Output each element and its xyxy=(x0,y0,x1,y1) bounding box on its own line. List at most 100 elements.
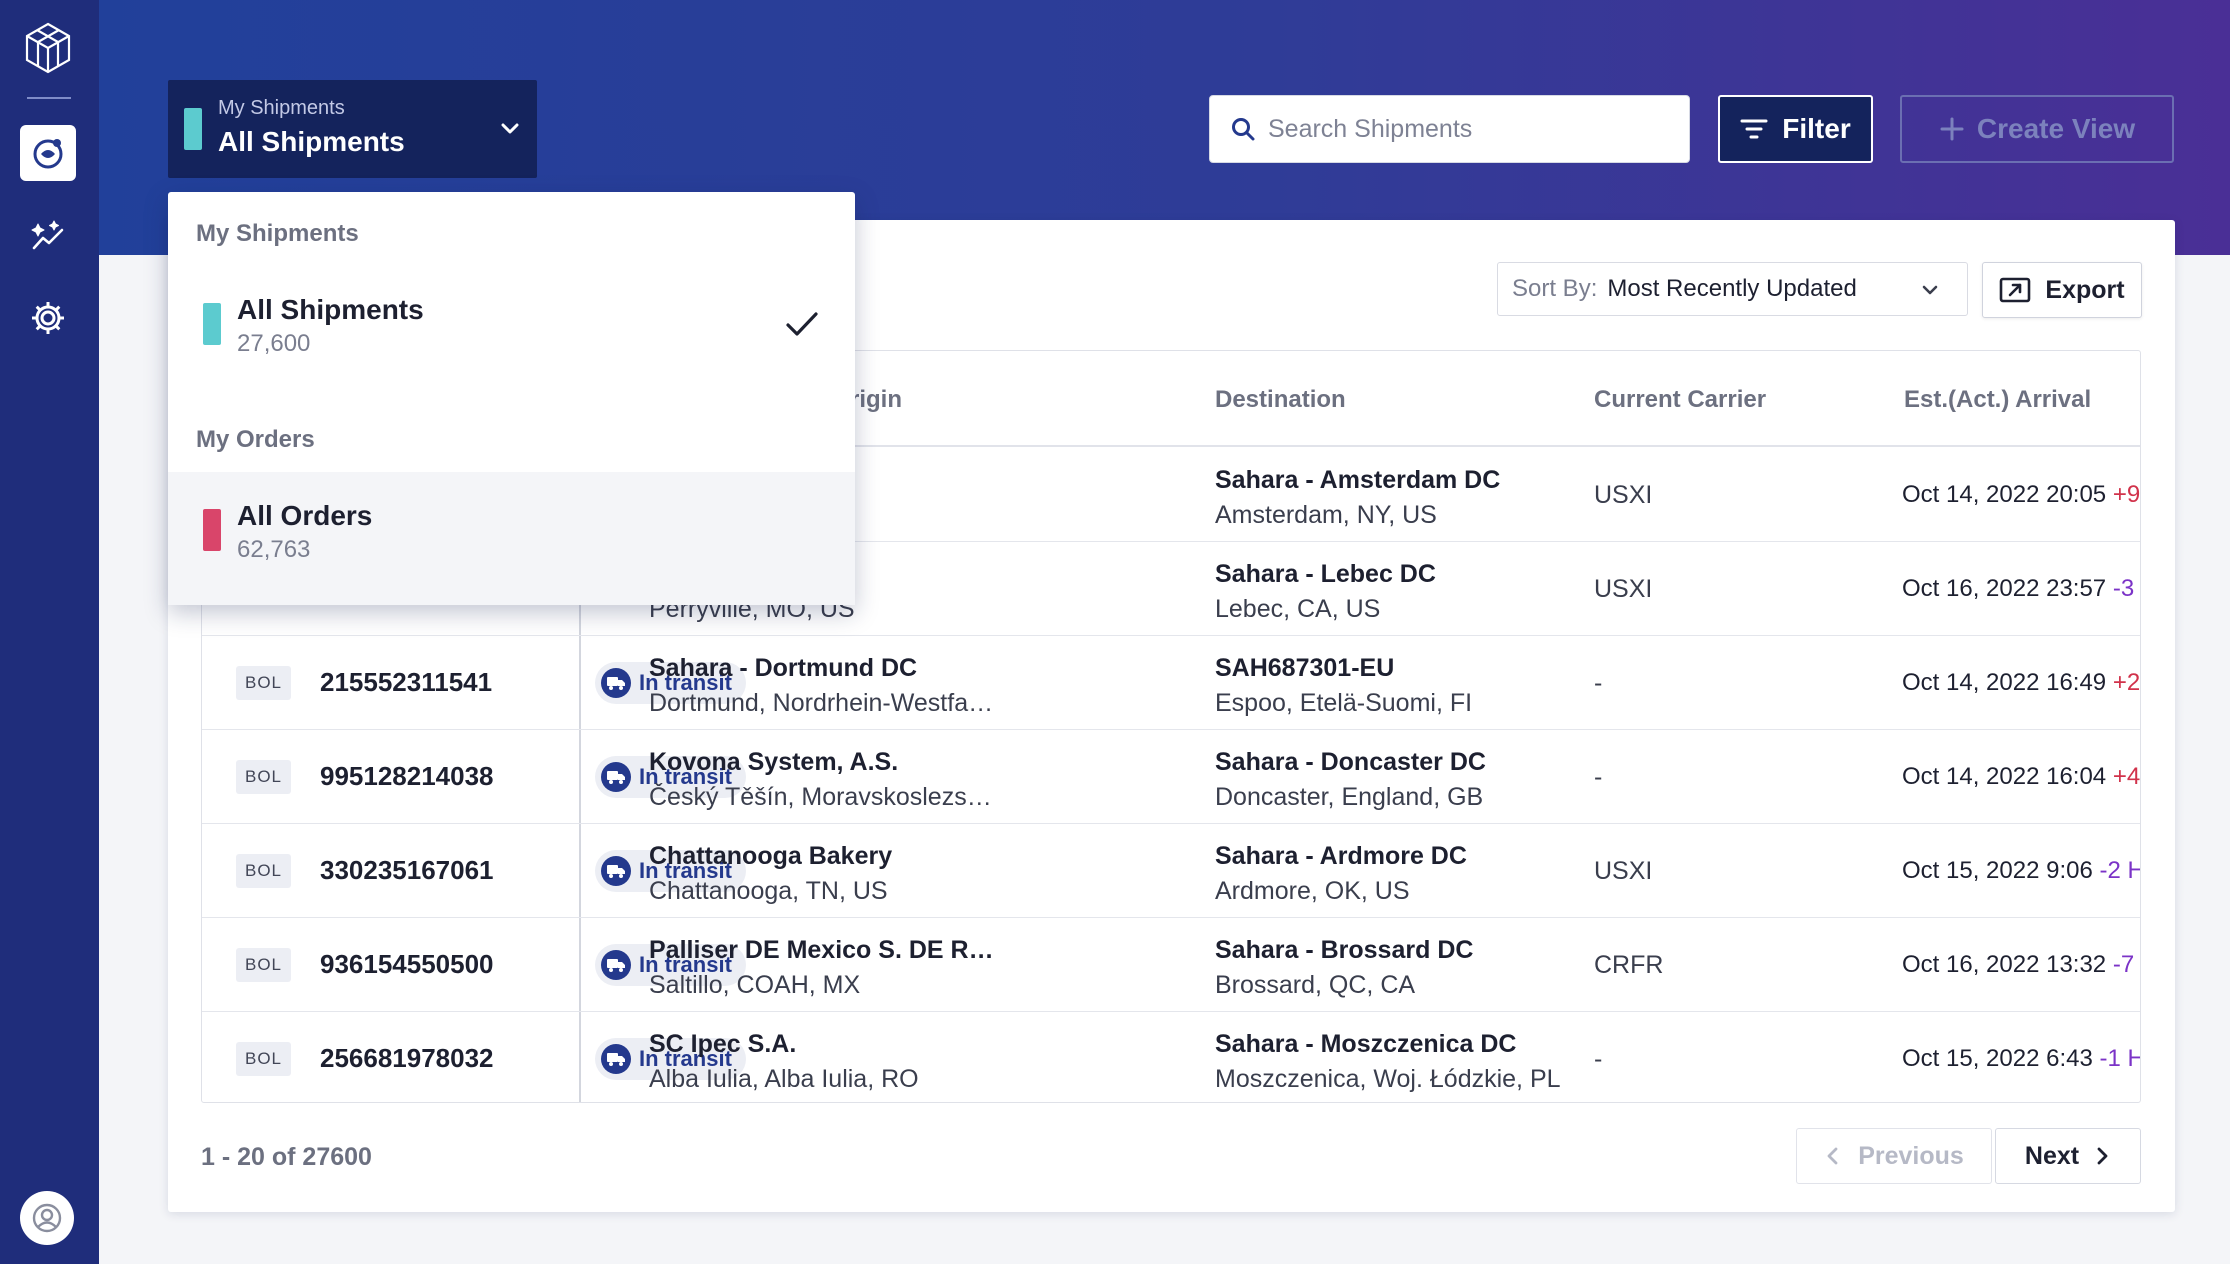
plus-icon xyxy=(1940,117,1964,141)
chevron-left-icon xyxy=(1827,1147,1838,1165)
search-box xyxy=(1209,95,1690,163)
shipment-id[interactable]: 330235167061 xyxy=(320,855,494,886)
export-icon xyxy=(2000,277,2031,303)
search-icon xyxy=(1232,118,1255,141)
shipment-id[interactable]: 256681978032 xyxy=(320,1043,494,1074)
truck-icon xyxy=(607,677,625,690)
destination-name: SAH687301-EU xyxy=(1215,654,1395,682)
origin-name: Sahara - Dortmund DC xyxy=(649,654,918,682)
current-carrier: CRFR xyxy=(1594,951,1664,979)
dropdown-item-all-orders[interactable]: All Orders 62,763 xyxy=(168,472,855,605)
dropdown-group-title: My Shipments xyxy=(196,220,359,247)
chevron-down-icon xyxy=(1922,285,1938,295)
user-avatar-icon xyxy=(32,1203,62,1233)
cube-logo-icon xyxy=(25,22,71,74)
destination-location: Doncaster, England, GB xyxy=(1215,783,1484,811)
destination-location: Moszczenica, Woj. Łódzkie, PL xyxy=(1215,1065,1561,1093)
origin-location: Dortmund, Nordrhein-Westfal... xyxy=(649,689,994,717)
truck-icon-wrap xyxy=(601,950,631,980)
sort-label: Sort By: xyxy=(1512,275,1598,302)
truck-icon-wrap xyxy=(601,668,631,698)
table-row[interactable]: BOL 995128214038 In transit Kovona System, … xyxy=(202,730,2140,824)
table-row[interactable]: BOL 936154550500 In transit Palliser DE Mex… xyxy=(202,918,2140,1012)
shipment-id[interactable]: 215552311541 xyxy=(320,667,492,698)
dropdown-item-all-shipments[interactable]: All Shipments 27,600 xyxy=(168,266,855,394)
app-logo[interactable] xyxy=(20,20,76,76)
sidebar xyxy=(0,0,99,1264)
arrival-delta: +2 H xyxy=(2112,669,2141,696)
pagination-info: 1 - 20 of 27600 xyxy=(201,1143,372,1171)
search-input[interactable] xyxy=(1268,96,1668,162)
column-destination[interactable]: Destination xyxy=(1215,386,1346,414)
truck-icon-wrap xyxy=(601,856,631,886)
table-row[interactable]: BOL 215552311541 In transit Sahara - Dortmu… xyxy=(202,636,2140,730)
destination-location: Brossard, QC, CA xyxy=(1215,971,1416,999)
export-label: Export xyxy=(2045,275,2125,304)
current-carrier: USXI xyxy=(1594,575,1653,603)
column-origin[interactable]: rigin xyxy=(850,386,902,414)
create-view-button[interactable]: Create View xyxy=(1900,95,2174,163)
current-carrier: - xyxy=(1594,1045,1603,1073)
sort-select[interactable]: Sort By: Most Recently Updated xyxy=(1497,262,1968,316)
color-swatch xyxy=(203,509,221,551)
truck-icon xyxy=(607,865,625,878)
destination-location: Amsterdam, NY, US xyxy=(1215,501,1437,529)
view-dropdown-menu: My Shipments All Shipments 27,600 My Ord… xyxy=(168,192,855,605)
sparkle-chart-icon xyxy=(31,220,64,250)
sidebar-item-insights[interactable] xyxy=(20,208,76,264)
destination-name: Sahara - Brossard DC xyxy=(1215,936,1474,964)
previous-button[interactable]: Previous xyxy=(1796,1128,1992,1184)
previous-label: Previous xyxy=(1858,1141,1964,1170)
arrival-date: Oct 16, 2022 23:57 xyxy=(1902,575,2107,602)
destination-name: Sahara - Amsterdam DC xyxy=(1215,466,1501,494)
next-button[interactable]: Next xyxy=(1995,1128,2141,1184)
sidebar-item-settings[interactable] xyxy=(20,290,76,346)
sidebar-item-shipments[interactable] xyxy=(20,125,76,181)
origin-name: Kovona System, A.S. xyxy=(649,748,899,776)
view-color-swatch xyxy=(184,108,202,150)
arrival-delta: +9 H xyxy=(2112,481,2141,508)
truck-icon xyxy=(607,1053,625,1066)
origin-location: Saltillo, COAH, MX xyxy=(649,971,861,999)
arrival-date: Oct 14, 2022 20:05 xyxy=(1902,481,2107,508)
table-row[interactable]: BOL 256681978032 In transit SC Ipec S.A. Alb… xyxy=(202,1012,2140,1102)
origin-name: Palliser DE Mexico S. DE R.... xyxy=(649,936,994,964)
dropdown-item-label: All Orders xyxy=(237,500,373,531)
filter-button[interactable]: Filter xyxy=(1718,95,1873,163)
arrival-time: Oct 16, 2022 23:57 -3 H xyxy=(1902,575,2140,603)
truck-icon-wrap xyxy=(601,1044,631,1074)
current-carrier: USXI xyxy=(1594,481,1653,509)
arrival-delta: +4 H xyxy=(2112,763,2141,790)
shipment-type-badge: BOL xyxy=(236,760,291,794)
column-carrier[interactable]: Current Carrier xyxy=(1594,386,1766,414)
profile-avatar[interactable] xyxy=(20,1191,74,1245)
table-row[interactable]: BOL 330235167061 In transit Chattanooga Bak… xyxy=(202,824,2140,918)
arrival-time: Oct 15, 2022 6:43 -1 Hr xyxy=(1902,1045,2140,1073)
dropdown-item-count: 62,763 xyxy=(237,536,311,563)
destination-location: Espoo, Etelä-Suomi, FI xyxy=(1215,689,1473,717)
view-group-label: My Shipments xyxy=(218,97,345,119)
shipment-type-badge: BOL xyxy=(236,948,291,982)
origin-name: Chattanooga Bakery xyxy=(649,842,893,870)
shipment-id[interactable]: 936154550500 xyxy=(320,949,494,980)
arrival-date: Oct 14, 2022 16:49 xyxy=(1902,669,2107,696)
filter-icon xyxy=(1740,119,1768,139)
destination-name: Sahara - Lebec DC xyxy=(1215,560,1436,588)
origin-location: Alba Iulia, Alba Iulia, RO xyxy=(649,1065,919,1093)
checkmark-icon xyxy=(786,312,818,336)
truck-icon xyxy=(607,959,625,972)
arrival-delta: -7 H xyxy=(2112,951,2140,978)
shipment-id[interactable]: 995128214038 xyxy=(320,761,494,792)
arrival-date: Oct 15, 2022 6:43 xyxy=(1902,1045,2093,1072)
arrival-delta: -2 Hr xyxy=(2099,857,2140,884)
color-swatch xyxy=(203,303,221,345)
arrival-date: Oct 16, 2022 13:32 xyxy=(1902,951,2107,978)
arrival-time: Oct 14, 2022 16:04 +4 H xyxy=(1902,763,2141,791)
current-carrier: - xyxy=(1594,763,1603,791)
column-arrival[interactable]: Est.(Act.) Arrival xyxy=(1904,386,2091,414)
view-selector[interactable]: My Shipments All Shipments xyxy=(168,80,537,178)
arrival-time: Oct 14, 2022 16:49 +2 H xyxy=(1902,669,2141,697)
current-carrier: - xyxy=(1594,669,1603,697)
export-button[interactable]: Export xyxy=(1982,262,2142,318)
destination-location: Ardmore, OK, US xyxy=(1215,877,1410,905)
